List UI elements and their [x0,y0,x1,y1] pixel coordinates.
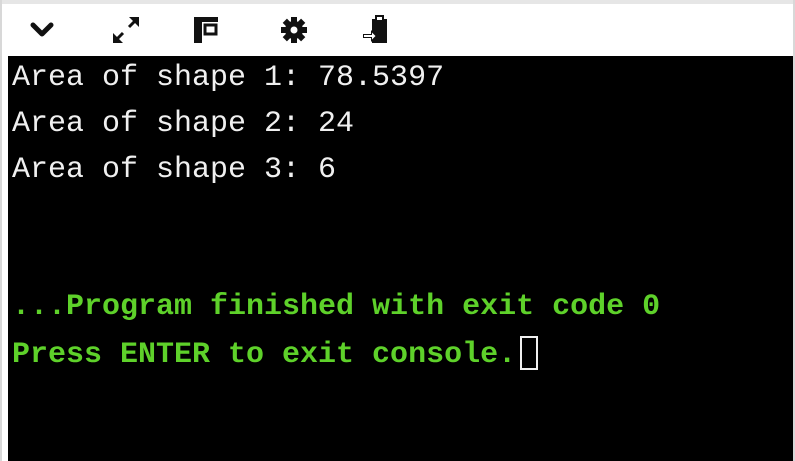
exit-prompt: Press ENTER to exit console. [12,338,517,372]
exit-prompt-line: Press ENTER to exit console. [12,336,539,373]
expand-button[interactable] [108,12,144,48]
settings-button[interactable] [276,12,312,48]
expand-arrows-icon [113,17,139,43]
panel-layout-icon [194,17,218,43]
output-line: Area of shape 2: 24 [12,107,355,141]
gear-icon [281,17,307,43]
layout-button[interactable] [188,12,224,48]
console-toolbar [2,0,793,56]
exit-message: ...Program finished with exit code 0 [12,290,661,324]
chevron-down-icon [30,22,54,37]
text-cursor [520,336,539,370]
collapse-button[interactable] [24,12,60,48]
output-line: Area of shape 1: 78.5397 [12,61,445,95]
output-line: Area of shape 3: 6 [12,153,337,187]
console-output[interactable]: Area of shape 1: 78.5397 Area of shape 2… [8,56,793,461]
console-window: Area of shape 1: 78.5397 Area of shape 2… [0,0,795,461]
clipboard-paste-icon [363,15,387,43]
paste-button[interactable] [358,12,394,48]
